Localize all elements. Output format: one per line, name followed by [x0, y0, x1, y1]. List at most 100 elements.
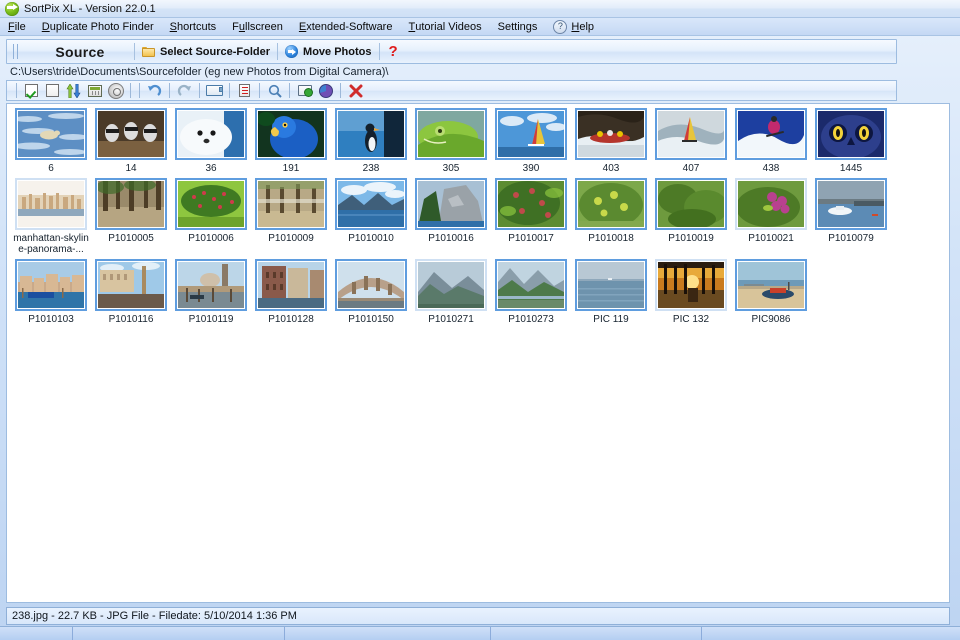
thumbnail-image[interactable] [335, 178, 407, 230]
thumbnail-image[interactable] [495, 108, 567, 160]
thumbnail-image[interactable] [495, 178, 567, 230]
toolbar-divider-4 [199, 83, 200, 98]
thumbnail-item[interactable]: P1010005 [91, 178, 171, 244]
thumbnail-item[interactable]: P1010273 [491, 259, 571, 325]
thumbnail-item[interactable]: 390 [491, 108, 571, 174]
thumbnail-item[interactable]: 407 [651, 108, 731, 174]
thumbnail-image[interactable] [175, 108, 247, 160]
thumbnail-image[interactable] [735, 108, 807, 160]
thumbnail-label: P1010273 [508, 314, 554, 325]
thumbnail-image[interactable] [415, 108, 487, 160]
list-view-button[interactable] [85, 82, 104, 99]
thumbnail-image[interactable] [575, 259, 647, 311]
thumbnail-image[interactable] [15, 178, 87, 230]
thumbnail-image[interactable] [15, 108, 87, 160]
report-button[interactable] [235, 82, 254, 99]
move-photos-button[interactable]: Move Photos [278, 41, 378, 62]
thumbnail-label: P1010006 [188, 233, 234, 244]
thumbnail-item[interactable]: P1010116 [91, 259, 171, 325]
thumbnail-image[interactable] [95, 259, 167, 311]
thumbnail-item[interactable]: 238 [331, 108, 411, 174]
menu-item-fullscreen[interactable]: Fu llscreen [232, 21, 283, 33]
rename-button[interactable] [205, 82, 224, 99]
menu-item-file[interactable]: File [8, 21, 26, 33]
thumbnail-image[interactable] [95, 108, 167, 160]
select-source-folder-button[interactable]: Select Source-Folder [135, 41, 277, 62]
thumbnail-item[interactable]: P1010017 [491, 178, 571, 244]
thumbnail-image[interactable] [15, 259, 87, 311]
help-question-icon[interactable]: ? [389, 44, 398, 59]
thumbnail-item[interactable]: P1010021 [731, 178, 811, 244]
thumbnail-image[interactable] [735, 178, 807, 230]
menu-item-settings[interactable]: Settin g s [498, 21, 538, 33]
thumbnail-panel[interactable]: 6 14 36 191 238 305 390 403 407 438 1445 manhattan-… [6, 103, 950, 603]
thumbnail-image[interactable] [495, 259, 567, 311]
file-info-text: 238.jpg - 22.7 KB - JPG File - Filedate:… [12, 610, 297, 622]
thumbnail-image[interactable] [655, 178, 727, 230]
delete-button[interactable] [346, 82, 365, 99]
toolbar-divider-3 [169, 83, 170, 98]
thumbnail-item[interactable]: P1010128 [251, 259, 331, 325]
thumbnail-item[interactable]: 36 [171, 108, 251, 174]
thumbnail-image[interactable] [575, 108, 647, 160]
sort-updown-icon [66, 82, 81, 99]
preview-button[interactable] [265, 82, 284, 99]
menu-item-help[interactable]: ? Help [553, 19, 594, 34]
thumbnail-item[interactable]: 191 [251, 108, 331, 174]
thumbnail-image[interactable] [815, 108, 887, 160]
sort-button[interactable] [64, 82, 83, 99]
status-bar [0, 626, 960, 640]
thumbnail-image[interactable] [655, 259, 727, 311]
thumbnail-image[interactable] [255, 178, 327, 230]
menu-item-tutorial-videos[interactable]: Tutorial Videos [408, 21, 481, 33]
menu-item-duplicate-photo-finder[interactable]: Duplicate Photo Finder [42, 21, 154, 33]
copy-button[interactable] [295, 82, 314, 99]
thumbnail-item[interactable]: 305 [411, 108, 491, 174]
toolbar-grip-2[interactable] [17, 44, 18, 59]
thumbnail-image[interactable] [255, 108, 327, 160]
thumbnail-image[interactable] [95, 178, 167, 230]
thumbnail-item[interactable]: P1010079 [811, 178, 891, 244]
thumbnail-item[interactable]: P1010016 [411, 178, 491, 244]
thumbnail-image[interactable] [255, 259, 327, 311]
menu-item-extended-software[interactable]: Extended-Software [299, 21, 393, 33]
thumbnail-item[interactable]: P1010271 [411, 259, 491, 325]
thumbnail-item[interactable]: P1010010 [331, 178, 411, 244]
thumbnail-image[interactable] [575, 178, 647, 230]
thumbnail-image[interactable] [735, 259, 807, 311]
thumbnail-image[interactable] [335, 259, 407, 311]
thumbnail-item[interactable]: P1010019 [651, 178, 731, 244]
toolbar-grip[interactable] [13, 44, 14, 59]
thumbnail-image[interactable] [415, 259, 487, 311]
thumbnail-item[interactable]: 14 [91, 108, 171, 174]
thumbnail-image[interactable] [415, 178, 487, 230]
thumbnail-item[interactable]: 6 [11, 108, 91, 174]
undo-button[interactable] [145, 82, 164, 99]
thumbnail-item[interactable]: 403 [571, 108, 651, 174]
thumbnail-image[interactable] [335, 108, 407, 160]
thumbnail-image[interactable] [815, 178, 887, 230]
thumbnail-item[interactable]: P1010006 [171, 178, 251, 244]
redo-button[interactable] [175, 82, 194, 99]
thumbnail-item[interactable]: P1010018 [571, 178, 651, 244]
thumbnail-image[interactable] [175, 178, 247, 230]
deselect-all-icon [46, 84, 59, 97]
thumbnail-item[interactable]: P1010009 [251, 178, 331, 244]
thumbnail-item[interactable]: P1010103 [11, 259, 91, 325]
thumbnail-item[interactable]: 438 [731, 108, 811, 174]
thumbnail-item[interactable]: manhattan-skyline-panorama-... [11, 178, 91, 255]
thumbnail-image[interactable] [655, 108, 727, 160]
thumbnail-item[interactable]: 1445 [811, 108, 891, 174]
deselect-all-button[interactable] [43, 82, 62, 99]
thumbnail-item[interactable]: P1010119 [171, 259, 251, 325]
thumbnail-item[interactable]: PIC 119 [571, 259, 651, 325]
thumbnail-item[interactable]: PIC 132 [651, 259, 731, 325]
statistics-button[interactable] [316, 82, 335, 99]
menu-item-shortcuts[interactable]: Shortcuts [170, 21, 216, 33]
slideshow-button[interactable] [106, 82, 125, 99]
thumbnail-item[interactable]: P1010150 [331, 259, 411, 325]
thumbnail-image[interactable] [175, 259, 247, 311]
status-segment-3 [285, 627, 492, 640]
select-all-button[interactable] [22, 82, 41, 99]
thumbnail-item[interactable]: PIC9086 [731, 259, 811, 325]
